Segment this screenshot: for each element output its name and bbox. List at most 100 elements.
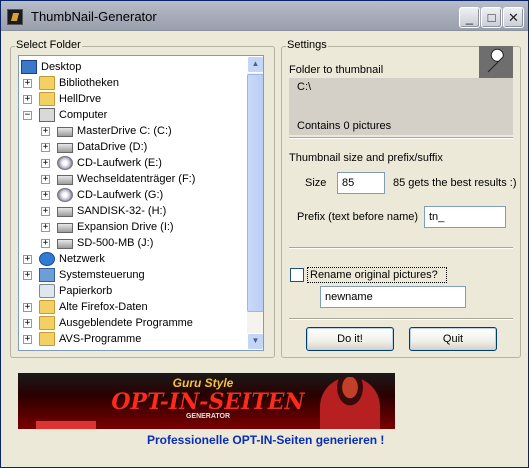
- settings-label: Settings: [286, 39, 328, 51]
- expand-icon[interactable]: +: [23, 303, 32, 312]
- cd-drive-icon: [57, 156, 73, 170]
- tree-item[interactable]: + AVS-Programme: [19, 331, 247, 347]
- tree-item[interactable]: + Ausgeblendete Programme: [19, 315, 247, 331]
- rename-input[interactable]: [320, 286, 466, 308]
- tree-item-label: HellDrve: [59, 93, 102, 105]
- size-input[interactable]: [337, 172, 385, 194]
- tree-item-label: Papierkorb: [59, 285, 113, 297]
- tree-item[interactable]: + CD-Laufwerk (G:): [19, 187, 247, 203]
- do-it-button[interactable]: Do it!: [306, 327, 394, 351]
- select-folder-label: Select Folder: [15, 39, 82, 51]
- divider: [289, 247, 513, 249]
- tree-item-label: DataDrive (D:): [77, 141, 148, 153]
- tree-item[interactable]: + Bibliotheken: [19, 75, 247, 91]
- tree-item-label: SD-500-MB (J:): [77, 237, 154, 249]
- window-title: ThumbNail-Generator: [31, 9, 157, 24]
- tree-item[interactable]: + DataDrive (D:): [19, 139, 247, 155]
- prefix-label: Prefix (text before name): [297, 211, 419, 223]
- tree-item[interactable]: + Systemsteuerung: [19, 267, 247, 283]
- tree-item[interactable]: + SANDISK-32- (H:): [19, 203, 247, 219]
- folder-path-display: C:\ Contains 0 pictures: [289, 78, 513, 135]
- tree-item-label: MasterDrive C: (C:): [77, 125, 172, 137]
- picture-count: Contains 0 pictures: [297, 120, 392, 132]
- tree-item[interactable]: Desktop: [19, 59, 247, 75]
- tree-item[interactable]: + SD-500-MB (J:): [19, 235, 247, 251]
- folder-icon: [39, 300, 55, 314]
- expand-icon[interactable]: +: [23, 335, 32, 344]
- banner-main-text: OPT-IN-SEITEN: [111, 389, 305, 415]
- network-icon: [39, 252, 55, 266]
- rename-checkbox[interactable]: [290, 268, 304, 282]
- divider: [289, 137, 513, 139]
- banner-figure-image: [320, 377, 380, 429]
- size-hint: 85 gets the best results :): [393, 177, 517, 189]
- expand-icon[interactable]: +: [41, 175, 50, 184]
- expand-icon[interactable]: +: [23, 319, 32, 328]
- scroll-down-button[interactable]: ▼: [247, 333, 263, 350]
- folder-to-thumbnail-label: Folder to thumbnail: [289, 64, 384, 76]
- minimize-button[interactable]: _: [459, 7, 480, 28]
- folder-icon: [39, 332, 55, 346]
- tree-scrollbar[interactable]: ▲ ▼: [247, 56, 263, 350]
- tree-item-label: Computer: [59, 109, 108, 121]
- expand-icon[interactable]: +: [41, 191, 50, 200]
- tree-item-label: CD-Laufwerk (E:): [77, 157, 162, 169]
- divider: [289, 318, 513, 320]
- tree-item[interactable]: + Alte Firefox-Daten: [19, 299, 247, 315]
- desktop-icon: [21, 60, 37, 74]
- tree-item[interactable]: + Netzwerk: [19, 251, 247, 267]
- tree-item-label: Ausgeblendete Programme: [59, 317, 193, 329]
- expand-icon[interactable]: +: [41, 207, 50, 216]
- banner-decoration: [36, 421, 96, 429]
- size-section-label: Thumbnail size and prefix/suffix: [289, 152, 443, 164]
- tree-item[interactable]: + Wechseldatenträger (F:): [19, 171, 247, 187]
- expand-icon[interactable]: +: [41, 223, 50, 232]
- expand-icon[interactable]: +: [41, 127, 50, 136]
- recycle-bin-icon: [39, 284, 55, 298]
- user-folder-icon: [39, 92, 55, 106]
- tree-item[interactable]: − Computer: [19, 107, 247, 123]
- tree-item[interactable]: + Expansion Drive (I:): [19, 219, 247, 235]
- tree-item[interactable]: Papierkorb: [19, 283, 247, 299]
- folder-tree[interactable]: Desktop + Bibliotheken + HellDrve − Computer + M…: [18, 55, 264, 351]
- scroll-up-button[interactable]: ▲: [247, 56, 263, 73]
- rename-label[interactable]: Rename original pictures?: [307, 267, 447, 283]
- control-panel-icon: [39, 268, 55, 282]
- tree-item[interactable]: + MasterDrive C: (C:): [19, 123, 247, 139]
- expand-icon[interactable]: +: [41, 143, 50, 152]
- folder-path: C:\: [297, 81, 312, 93]
- title-bar[interactable]: ThumbNail-Generator _ □ ✕: [1, 1, 528, 31]
- computer-icon: [39, 108, 55, 122]
- prefix-input[interactable]: [424, 206, 506, 228]
- expand-icon[interactable]: +: [23, 79, 32, 88]
- banner-sub-text: GENERATOR: [185, 413, 231, 420]
- expand-icon[interactable]: +: [23, 271, 32, 280]
- expand-icon[interactable]: +: [41, 239, 50, 248]
- scroll-thumb[interactable]: [247, 74, 263, 312]
- collapse-icon[interactable]: −: [23, 111, 32, 120]
- tree-item-label: Netzwerk: [59, 253, 105, 265]
- cd-drive-icon: [57, 188, 73, 202]
- quit-button[interactable]: Quit: [409, 327, 497, 351]
- removable-drive-icon: [57, 175, 73, 185]
- tree-item[interactable]: + CD-Laufwerk (E:): [19, 155, 247, 171]
- hard-drive-icon: [57, 143, 73, 153]
- close-button[interactable]: ✕: [503, 7, 524, 28]
- tree-item[interactable]: + HellDrve: [19, 91, 247, 107]
- library-folder-icon: [39, 76, 55, 90]
- tree-item-label: CD-Laufwerk (G:): [77, 189, 164, 201]
- tree-item-label: SANDISK-32- (H:): [77, 205, 167, 217]
- folder-icon: [39, 316, 55, 330]
- tree-item-label: Expansion Drive (I:): [77, 221, 174, 233]
- expand-icon[interactable]: +: [23, 255, 32, 264]
- main-window: ThumbNail-Generator _ □ ✕ Select Folder …: [0, 0, 529, 468]
- expand-icon[interactable]: +: [23, 95, 32, 104]
- tree-item-label: AVS-Programme: [59, 333, 142, 345]
- tree-item-label: Alte Firefox-Daten: [59, 301, 148, 313]
- promo-link[interactable]: Professionelle OPT-IN-Seiten generieren …: [147, 433, 384, 447]
- hard-drive-icon: [57, 223, 73, 233]
- promo-banner[interactable]: Guru Style OPT-IN-SEITEN GENERATOR: [18, 373, 395, 429]
- expand-icon[interactable]: +: [41, 159, 50, 168]
- maximize-button[interactable]: □: [481, 7, 502, 28]
- tree-item-label: Bibliotheken: [59, 77, 119, 89]
